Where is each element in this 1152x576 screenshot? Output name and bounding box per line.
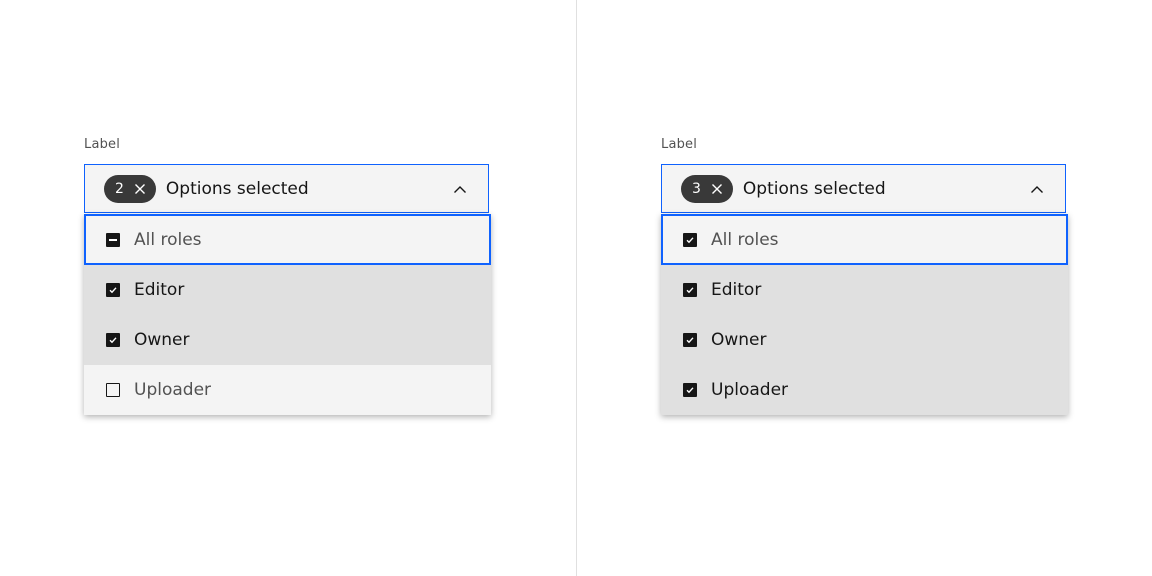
chevron-up-icon[interactable] (452, 182, 468, 198)
option-label: Editor (134, 280, 185, 300)
panel-divider (576, 0, 577, 576)
option-label: Owner (134, 330, 190, 350)
selection-tag: 3 (681, 174, 733, 203)
field-label: Label (661, 137, 698, 152)
option-label: Editor (711, 280, 762, 300)
multiselect-field[interactable]: 2 Options selected (84, 164, 489, 213)
close-icon[interactable] (132, 181, 148, 197)
checkbox-checked-icon[interactable] (106, 283, 120, 297)
option-owner[interactable]: Owner (661, 315, 1068, 365)
checkbox-checked-icon[interactable] (683, 383, 697, 397)
selection-count: 3 (692, 180, 701, 197)
option-owner[interactable]: Owner (84, 315, 491, 365)
checkbox-checked-icon[interactable] (683, 283, 697, 297)
option-label: All roles (134, 229, 202, 250)
field-placeholder: Options selected (165, 178, 309, 199)
chevron-up-icon[interactable] (1029, 182, 1045, 198)
checkbox-checked-icon[interactable] (683, 333, 697, 347)
option-editor[interactable]: Editor (84, 265, 491, 315)
option-all-roles[interactable]: All roles (84, 214, 491, 265)
option-label: Owner (711, 330, 767, 350)
option-uploader[interactable]: Uploader (661, 365, 1068, 415)
checkbox-indeterminate-icon[interactable] (106, 232, 120, 247)
options-menu: All roles Editor Owner Uploader (661, 214, 1068, 415)
checkbox-checked-icon[interactable] (683, 232, 697, 247)
option-label: Uploader (134, 380, 212, 400)
checkbox-checked-icon[interactable] (106, 333, 120, 347)
field-placeholder: Options selected (742, 178, 886, 199)
close-icon[interactable] (709, 181, 725, 197)
selection-tag: 2 (104, 174, 156, 203)
selection-count: 2 (115, 180, 124, 197)
checkbox-unchecked-icon[interactable] (106, 383, 120, 397)
option-label: Uploader (711, 380, 789, 400)
field-label: Label (84, 137, 121, 152)
option-editor[interactable]: Editor (661, 265, 1068, 315)
option-uploader[interactable]: Uploader (84, 365, 491, 415)
multiselect-field[interactable]: 3 Options selected (661, 164, 1066, 213)
option-all-roles[interactable]: All roles (661, 214, 1068, 265)
options-menu: All roles Editor Owner Uploader (84, 214, 491, 415)
option-label: All roles (711, 229, 779, 250)
